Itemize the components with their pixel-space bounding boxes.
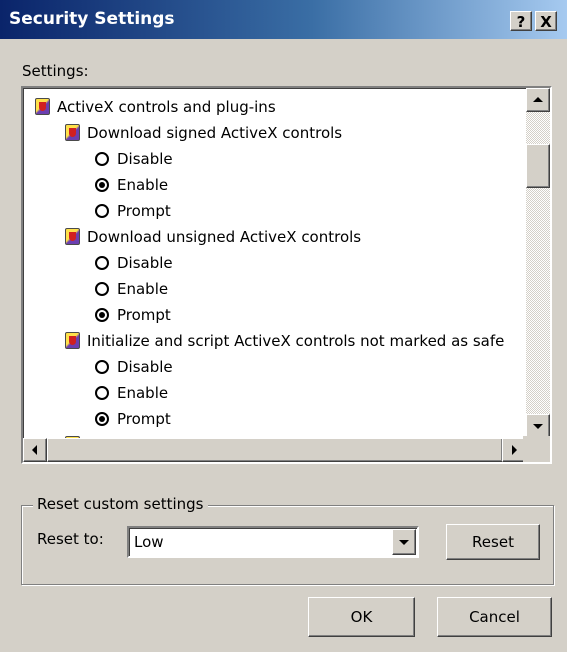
settings-tree: ActiveX controls and plug-ins Download si…: [23, 88, 530, 438]
vertical-scrollbar[interactable]: [526, 88, 550, 438]
radio-unselected[interactable]: [95, 386, 109, 400]
scroll-left-arrow-icon: [32, 445, 37, 455]
tree-item-label: Prompt: [117, 306, 171, 324]
scroll-up-arrow-icon: [533, 97, 543, 102]
window-title: Security Settings: [9, 9, 175, 29]
title-bar[interactable]: Security Settings ? X: [0, 0, 567, 39]
scroll-left-button[interactable]: [23, 438, 47, 462]
radio-unselected[interactable]: [95, 152, 109, 166]
settings-label: Settings:: [22, 62, 89, 80]
scrollbar-corner: [523, 436, 550, 462]
security-setting-icon: [65, 124, 80, 141]
radio-selected[interactable]: [95, 412, 109, 426]
tree-item-label: Prompt: [117, 410, 171, 428]
cancel-button[interactable]: Cancel: [437, 597, 552, 637]
tree-item-label: Enable: [117, 384, 169, 402]
tree-item-label: Prompt: [117, 202, 171, 220]
radio-unselected[interactable]: [95, 282, 109, 296]
horizontal-scrollbar[interactable]: [23, 438, 526, 462]
radio-unselected[interactable]: [95, 204, 109, 218]
tree-item-label: Enable: [117, 280, 169, 298]
security-setting-icon: [35, 98, 50, 115]
group-legend: Reset custom settings: [33, 495, 208, 513]
dropdown-arrow-icon: [399, 540, 409, 545]
ok-button[interactable]: OK: [308, 597, 415, 637]
security-setting-icon: [65, 228, 80, 245]
scroll-up-button[interactable]: [526, 88, 550, 112]
reset-custom-settings-group: Reset custom settings Reset to: Low Rese…: [21, 495, 554, 585]
tree-item-label: Disable: [117, 358, 173, 376]
scroll-down-button[interactable]: [526, 414, 550, 438]
tree-item-label: Disable: [117, 254, 173, 272]
reset-level-dropdown-button[interactable]: [392, 529, 416, 555]
close-button[interactable]: X: [535, 11, 557, 31]
tree-item-label: ActiveX controls and plug-ins: [57, 98, 276, 116]
vertical-scroll-thumb[interactable]: [526, 144, 550, 188]
tree-item-label: Disable: [117, 150, 173, 168]
tree-item-label: Download signed ActiveX controls: [87, 124, 343, 142]
settings-list[interactable]: ActiveX controls and plug-ins Download si…: [21, 86, 552, 464]
security-setting-icon: [65, 332, 80, 349]
radio-unselected[interactable]: [95, 360, 109, 374]
radio-selected[interactable]: [95, 308, 109, 322]
scroll-right-arrow-icon: [512, 445, 517, 455]
scroll-down-arrow-icon: [533, 424, 543, 429]
reset-button[interactable]: Reset: [446, 524, 540, 560]
radio-selected[interactable]: [95, 178, 109, 192]
reset-to-label: Reset to:: [37, 530, 104, 548]
tree-item-label: Initialize and script ActiveX controls n…: [87, 332, 505, 350]
tree-item-label: Enable: [117, 176, 169, 194]
tree-item-label: Download unsigned ActiveX controls: [87, 228, 362, 246]
reset-level-select[interactable]: Low: [127, 526, 419, 558]
reset-level-value: Low: [134, 533, 164, 551]
horizontal-scroll-thumb[interactable]: [47, 438, 503, 462]
radio-unselected[interactable]: [95, 256, 109, 270]
help-button[interactable]: ?: [510, 11, 532, 31]
